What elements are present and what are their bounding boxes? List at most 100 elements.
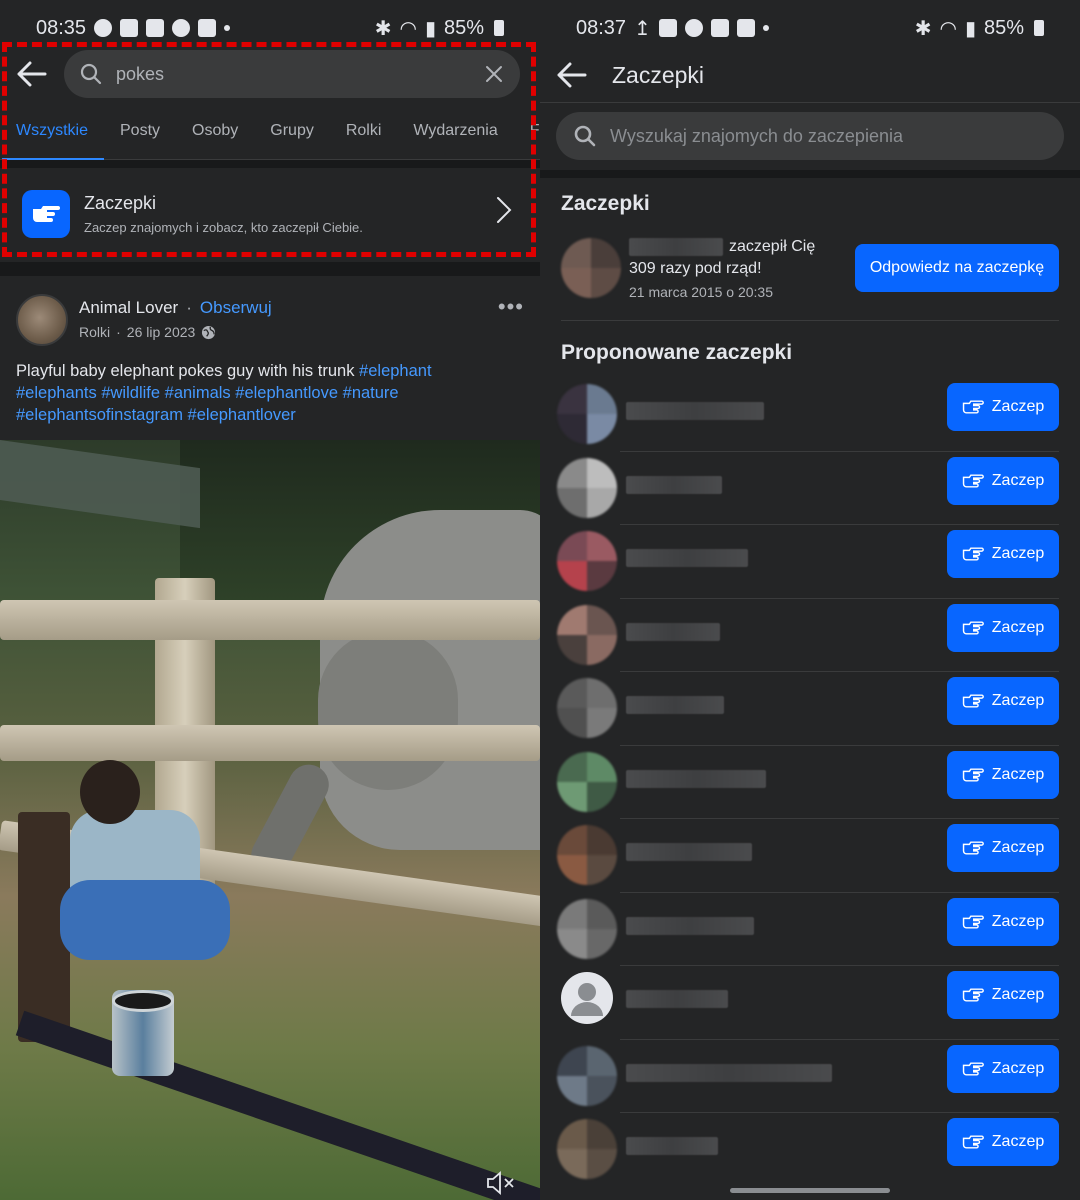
tab-groups[interactable]: Grupy xyxy=(254,108,330,159)
poke-button-label: Zaczep xyxy=(991,839,1045,856)
home-indicator[interactable] xyxy=(730,1188,890,1193)
page-header: Zaczepki xyxy=(540,48,1080,102)
search-input[interactable]: pokes xyxy=(64,50,520,98)
poke-button[interactable]: Zaczep xyxy=(947,750,1059,799)
avatar[interactable] xyxy=(557,678,617,738)
more-icon[interactable]: ••• xyxy=(498,294,524,320)
close-icon[interactable] xyxy=(484,64,504,84)
divider xyxy=(540,102,1080,103)
avatar[interactable] xyxy=(557,604,617,665)
left-screenshot: 08:35 ✱ ◠ ▮ 85% pokes Wszystkie Posty Os… xyxy=(0,0,540,1200)
video-bucket xyxy=(112,990,174,1012)
search-header: pokes xyxy=(0,48,540,100)
poke-hand-icon xyxy=(22,190,70,238)
avatar[interactable] xyxy=(557,825,617,885)
page-title: Zaczepki xyxy=(612,61,705,88)
redacted-name xyxy=(626,1137,718,1155)
avatar[interactable] xyxy=(557,1045,617,1106)
avatar[interactable] xyxy=(557,384,617,444)
poke-button[interactable]: Zaczep xyxy=(947,1118,1059,1166)
battery-level: 85% xyxy=(443,16,484,39)
avatar[interactable] xyxy=(557,751,617,812)
right-screenshot: 08:37 ↥ ✱ ◠ ▮ 85% Zaczepki Wyszukaj znaj… xyxy=(540,0,1080,1200)
poke-button[interactable]: Zaczep xyxy=(947,456,1059,505)
gallery-icon xyxy=(658,19,677,37)
separator-dot: · xyxy=(186,298,192,317)
list-item: Zaczep xyxy=(540,672,1080,746)
status-app-icon xyxy=(120,19,139,37)
hashtag[interactable]: #elephant xyxy=(359,362,432,380)
battery-icon xyxy=(494,20,504,36)
avatar[interactable] xyxy=(557,531,617,591)
tab-events[interactable]: Wydarzenia xyxy=(397,108,513,159)
post-author[interactable]: Animal Lover xyxy=(79,298,178,318)
tab-all[interactable]: Wszystkie xyxy=(0,108,104,161)
poke-button-label: Zaczep xyxy=(991,1133,1045,1150)
list-item: Zaczep xyxy=(540,893,1080,966)
list-item: Zaczep xyxy=(540,1113,1080,1187)
hashtag[interactable]: #animals xyxy=(165,384,231,402)
upload-icon: ↥ xyxy=(634,17,651,40)
poke-hand-icon xyxy=(962,400,984,414)
pokes-shortcut[interactable]: Zaczepki Zaczep znajomych i zobacz, kto … xyxy=(0,168,540,260)
poke-button[interactable]: Zaczep xyxy=(947,677,1059,725)
tab-posts[interactable]: Posty xyxy=(104,108,176,159)
wifi-icon: ◠ xyxy=(939,17,957,40)
hashtag[interactable]: #elephantlove xyxy=(235,384,338,402)
search-placeholder: Wyszukaj znajomych do zaczepienia xyxy=(610,125,903,146)
poke-hand-icon xyxy=(962,767,984,782)
poke-button[interactable]: Zaczep xyxy=(947,603,1059,652)
redacted-name xyxy=(626,916,754,935)
tab-more[interactable]: F xyxy=(514,108,540,159)
video-elephant xyxy=(318,630,458,790)
tab-reels[interactable]: Rolki xyxy=(330,108,398,159)
list-item: Zaczep xyxy=(540,746,1080,819)
poke-back-button[interactable]: Odpowiedz na zaczepkę xyxy=(855,244,1059,292)
status-app-icon xyxy=(146,19,165,37)
poke-button[interactable]: Zaczep xyxy=(947,530,1059,578)
pokes-shortcut-subtitle: Zaczep znajomych i zobacz, kto zaczepił … xyxy=(84,220,363,235)
magnifier-icon xyxy=(574,125,596,147)
avatar[interactable] xyxy=(16,294,68,346)
back-button[interactable] xyxy=(0,48,64,100)
redacted-name xyxy=(626,402,764,420)
hashtag[interactable]: #elephantlover xyxy=(188,406,296,424)
status-dot-icon xyxy=(762,25,769,31)
poke-hand-icon xyxy=(962,914,984,929)
poke-button-label: Zaczep xyxy=(991,765,1045,783)
search-query[interactable]: pokes xyxy=(116,64,484,85)
poke-streak: 309 razy pod rząd! xyxy=(629,260,762,277)
poke-button[interactable]: Zaczep xyxy=(947,824,1059,872)
poke-button[interactable]: Zaczep xyxy=(947,897,1059,946)
back-button[interactable] xyxy=(540,49,604,101)
hashtag[interactable]: #elephants xyxy=(16,384,97,402)
post-source: Rolki xyxy=(79,324,111,340)
list-item: Zaczep xyxy=(540,452,1080,525)
friend-search-input[interactable]: Wyszukaj znajomych do zaczepienia xyxy=(556,112,1064,160)
poke-button[interactable]: Zaczep xyxy=(947,383,1059,431)
redacted-name xyxy=(626,622,720,641)
redacted-name xyxy=(629,238,723,256)
divider xyxy=(540,170,1080,178)
poke-hand-icon xyxy=(962,620,984,635)
hashtag[interactable]: #elephantsofinstagram xyxy=(16,406,183,424)
poke-button[interactable]: Zaczep xyxy=(947,1044,1059,1093)
video-fence xyxy=(0,725,540,761)
signal-icon: ▮ xyxy=(964,17,976,40)
post-header: Animal Lover · Obserwuj Rolki · 26 lip 2… xyxy=(16,294,524,350)
avatar[interactable] xyxy=(561,972,613,1024)
hashtag[interactable]: #nature xyxy=(343,384,399,402)
section-title-pokes: Zaczepki xyxy=(561,192,650,215)
poke-button[interactable]: Zaczep xyxy=(947,971,1059,1019)
avatar[interactable] xyxy=(557,457,617,518)
poke-button-label: Zaczep xyxy=(991,912,1045,930)
redacted-name xyxy=(626,696,724,714)
tab-people[interactable]: Osoby xyxy=(176,108,254,159)
follow-button[interactable]: Obserwuj xyxy=(200,298,272,318)
avatar[interactable] xyxy=(557,1119,617,1179)
hashtag[interactable]: #wildlife xyxy=(101,384,160,402)
avatar[interactable] xyxy=(561,238,621,298)
muted-speaker-icon[interactable] xyxy=(486,1170,516,1196)
poke-button-label: Zaczep xyxy=(991,692,1045,709)
avatar[interactable] xyxy=(557,898,617,959)
